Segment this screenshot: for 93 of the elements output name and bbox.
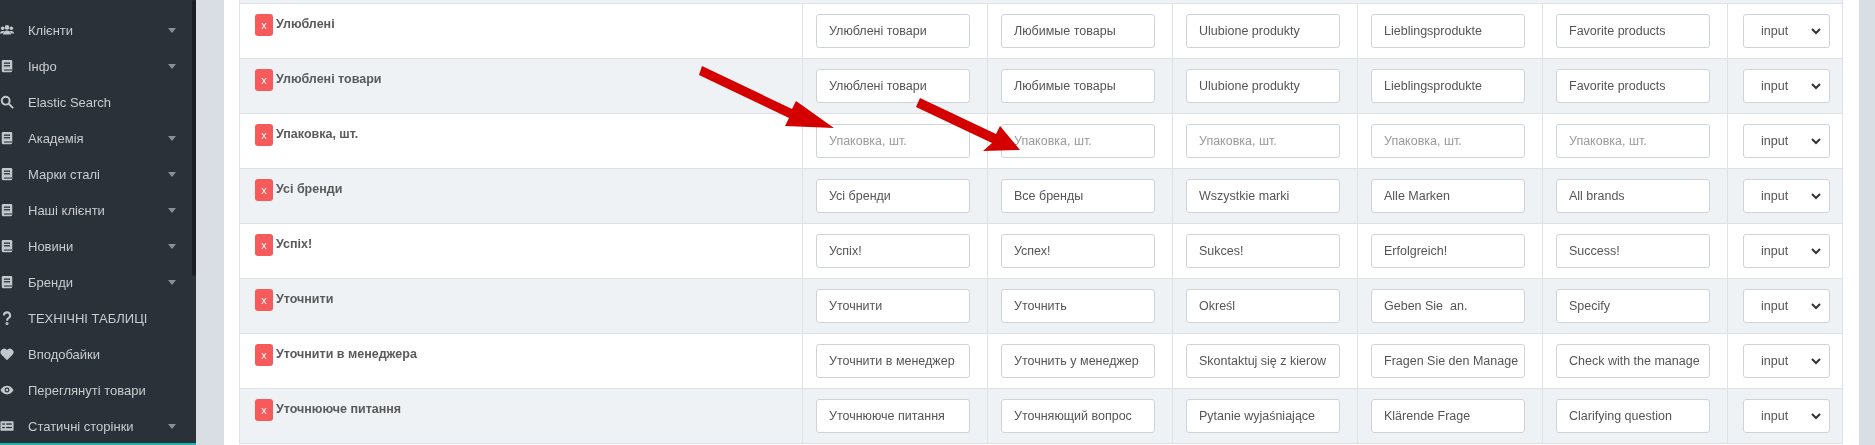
translation-field[interactable]: Уточнююче питання <box>816 399 970 433</box>
translation-field[interactable]: Все бренды <box>1001 179 1155 213</box>
heart-icon <box>0 347 14 361</box>
translation-field[interactable]: Уточнити <box>816 289 970 323</box>
users-icon <box>0 23 14 37</box>
translation-field[interactable]: Klärende Frage <box>1371 399 1525 433</box>
sidebar-label: Клієнти <box>28 22 75 38</box>
key-label: Успіх! <box>276 237 313 251</box>
translation-field[interactable]: Успіх! <box>816 234 970 268</box>
translation-field[interactable]: Lieblingsprodukte <box>1371 14 1525 48</box>
translation-field[interactable]: Wszystkie marki <box>1186 179 1340 213</box>
translation-field[interactable]: Specify <box>1556 289 1710 323</box>
translation-field[interactable]: All brands <box>1556 179 1710 213</box>
translation-field[interactable]: Określ <box>1186 289 1340 323</box>
translation-field[interactable]: Favorite products <box>1556 69 1710 103</box>
translation-field[interactable]: Упаковка, шт. <box>816 124 970 158</box>
sidebar-label: Наші клієнти <box>28 202 106 218</box>
sidebar-item[interactable]: Академія <box>0 120 196 156</box>
translation-field[interactable]: Skontaktuj się z kierow <box>1186 344 1340 378</box>
translation-field[interactable]: Fragen Sie den Manage <box>1371 344 1525 378</box>
key-label: Уточнююче питання <box>276 402 402 416</box>
chevron-icon <box>1811 82 1821 90</box>
sidebar-label: Статичні сторінки <box>28 418 135 434</box>
translation-field[interactable]: Усі бренди <box>816 179 970 213</box>
translation-field[interactable]: Erfolgreich! <box>1371 234 1525 268</box>
sidebar-label: Новини <box>28 238 75 254</box>
key-label: Улюблені товари <box>276 72 382 86</box>
sidebar-item[interactable]: Наші клієнти <box>0 192 196 228</box>
translation-field[interactable]: Success! <box>1556 234 1710 268</box>
key-label: Упаковка, шт. <box>276 127 359 141</box>
translation-field[interactable]: Упаковка, шт. <box>1186 124 1340 158</box>
translation-field[interactable]: Pytanie wyjaśniające <box>1186 399 1340 433</box>
type-select[interactable]: input <box>1743 14 1830 48</box>
key-label: Улюблені <box>276 17 335 31</box>
type-select[interactable]: input <box>1743 399 1830 433</box>
chevron-icon <box>1811 27 1821 35</box>
translation-field[interactable]: Упаковка, шт. <box>1556 124 1710 158</box>
sidebar-item[interactable]: Інфо <box>0 48 196 84</box>
chevron-icon <box>1811 192 1821 200</box>
translation-field[interactable]: Favorite products <box>1556 14 1710 48</box>
sidebar-label: Бренди <box>28 274 75 290</box>
translation-field[interactable]: Ulubione produkty <box>1186 14 1340 48</box>
type-select[interactable]: input <box>1743 179 1830 213</box>
sidebar-item[interactable]: Elastic Search <box>0 84 196 120</box>
translation-field[interactable]: Улюблені товари <box>816 69 970 103</box>
sidebar-label: Марки сталі <box>28 166 101 182</box>
type-select[interactable]: input <box>1743 69 1830 103</box>
translation-field[interactable]: Успех! <box>1001 234 1155 268</box>
key-label: Уточнити в менеджера <box>276 347 417 361</box>
translation-field[interactable]: Уточнить <box>1001 289 1155 323</box>
key-label: Уточнити <box>276 292 334 306</box>
chevron-icon <box>1811 412 1821 420</box>
translation-field[interactable]: Уточнить у менеджер <box>1001 344 1155 378</box>
sidebar-item[interactable]: Вподобайки <box>0 336 196 372</box>
translation-field[interactable]: Уточняющий вопрос <box>1001 399 1155 433</box>
sidebar-item[interactable]: Бренди <box>0 264 196 300</box>
type-select[interactable]: input <box>1743 289 1830 323</box>
translation-field[interactable]: Lieblingsprodukte <box>1371 69 1525 103</box>
sidebar-item[interactable]: Клієнти <box>0 12 196 48</box>
sidebar-label: Академія <box>28 130 85 146</box>
key-label: Усі бренди <box>276 182 343 196</box>
sidebar-label: ТЕХНІЧНІ ТАБЛИЦІ <box>28 310 149 326</box>
chevron-icon <box>1811 247 1821 255</box>
scrollbar-thumb[interactable] <box>192 0 196 276</box>
translation-field[interactable]: Любимые товары <box>1001 69 1155 103</box>
sidebar-label: Інфо <box>28 58 58 74</box>
chevron-icon <box>1811 302 1821 310</box>
translation-field[interactable]: Check with the manage <box>1556 344 1710 378</box>
translation-field[interactable]: Любимые товары <box>1001 14 1155 48</box>
sidebar-label: Elastic Search <box>28 94 113 110</box>
question-mark-icon <box>0 311 14 325</box>
sidebar-item[interactable]: Переглянуті товари <box>0 372 196 408</box>
chevron-icon <box>1811 137 1821 145</box>
translation-field[interactable]: Sukces! <box>1186 234 1340 268</box>
sidebar-item[interactable]: Марки сталі <box>0 156 196 192</box>
translation-field[interactable]: Alle Marken <box>1371 179 1525 213</box>
sidebar-label: Переглянуті товари <box>28 382 147 398</box>
translation-field[interactable]: Ulubione produkty <box>1186 69 1340 103</box>
translation-field[interactable]: Уточнити в менеджер <box>816 344 970 378</box>
sidebar-item[interactable]: Новини <box>0 228 196 264</box>
sidebar-item[interactable]: ТЕХНІЧНІ ТАБЛИЦІ <box>0 300 196 336</box>
type-select[interactable]: input <box>1743 344 1830 378</box>
type-select[interactable]: input <box>1743 124 1830 158</box>
chevron-icon <box>1811 357 1821 365</box>
translation-field[interactable]: Упаковка, шт. <box>1001 124 1155 158</box>
type-select[interactable]: input <box>1743 234 1830 268</box>
translation-field[interactable]: Geben Sie an. <box>1371 289 1525 323</box>
translation-field[interactable]: Упаковка, шт. <box>1371 124 1525 158</box>
search-icon <box>0 95 14 109</box>
sidebar-item[interactable]: Статичні сторінки <box>0 408 196 444</box>
translation-field[interactable]: Улюблені товари <box>816 14 970 48</box>
sidebar-label: Вподобайки <box>28 346 102 362</box>
translation-field[interactable]: Clarifying question <box>1556 399 1710 433</box>
